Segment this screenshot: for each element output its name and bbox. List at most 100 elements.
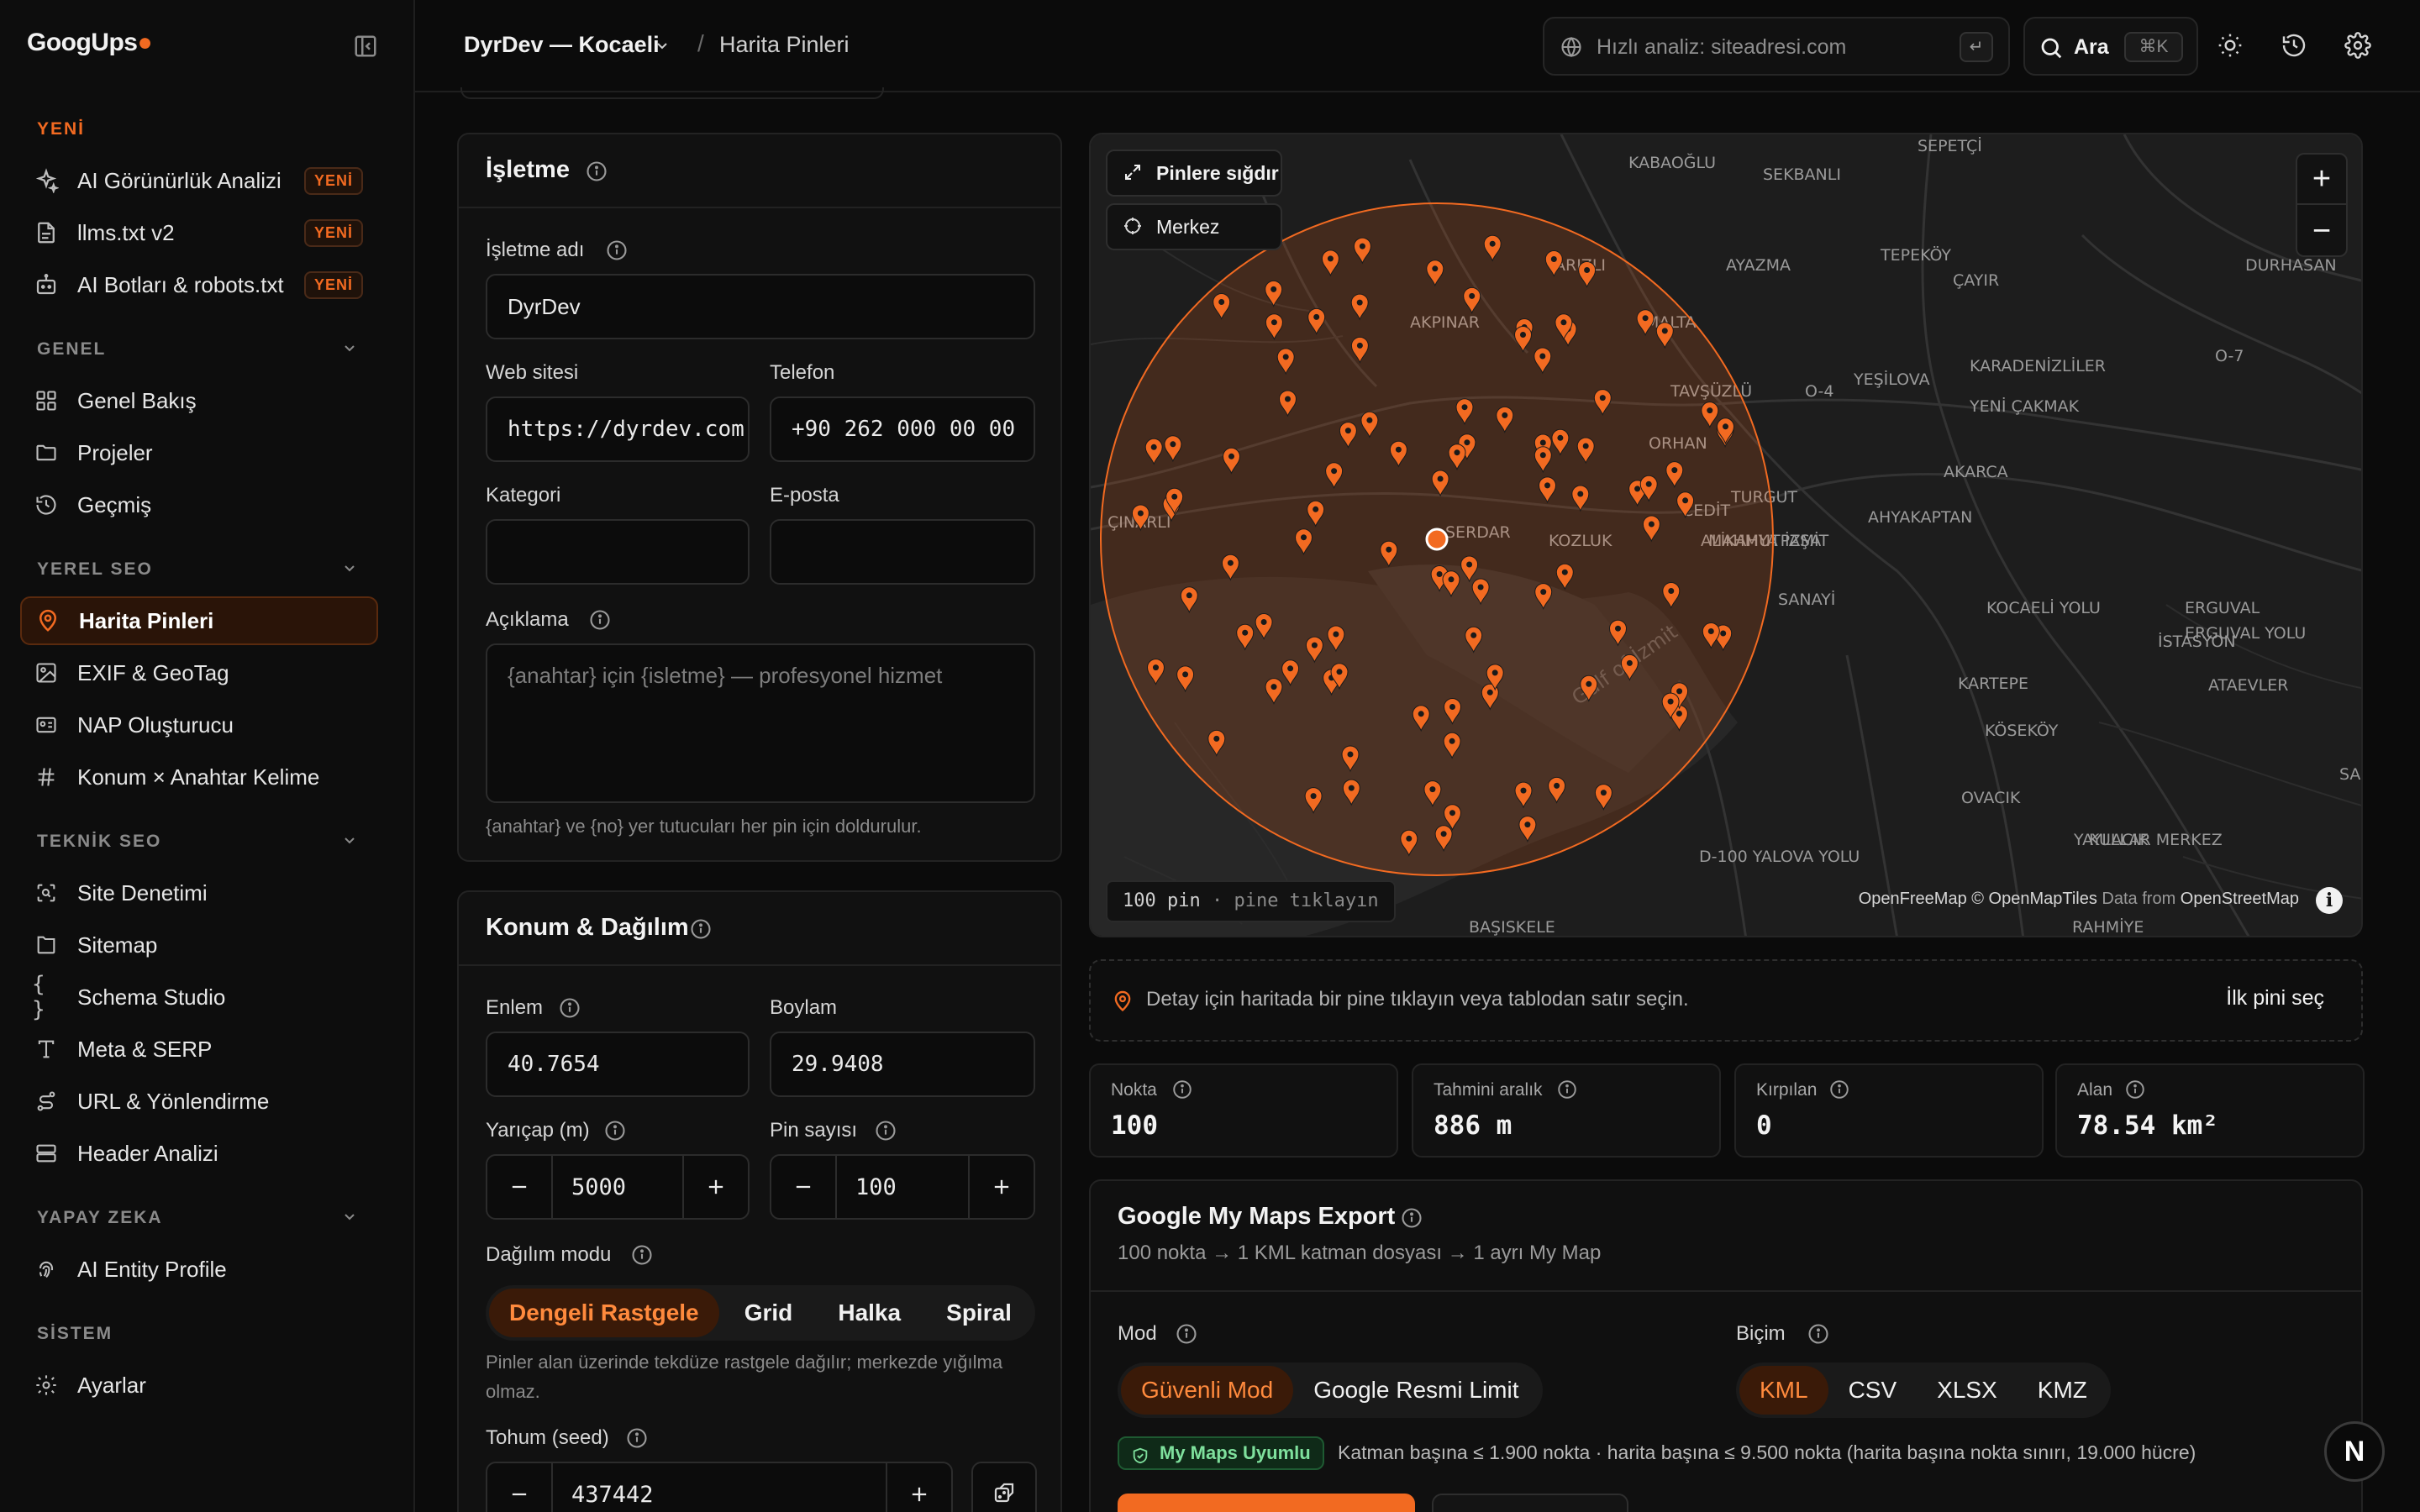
info-icon[interactable] (588, 608, 612, 632)
select-first-pin-button[interactable]: İlk pini seç (2226, 986, 2324, 1011)
map-canvas[interactable]: KABAOĞLUSEKBANLISEPETÇİARIZLIAYAZMATEPEK… (1091, 134, 2363, 937)
export-mode-toggle: Güvenli Mod Google Resmi Limit (1118, 1362, 1543, 1418)
sidebar-item-ayarlar[interactable]: Ayarlar (20, 1361, 378, 1410)
fit-to-pins-button[interactable]: Pinlere sığdır (1106, 150, 1282, 197)
format-option-xlsx[interactable]: XLSX (1917, 1366, 2018, 1415)
map-attribution: OpenFreeMap © OpenMapTiles Data from Ope… (1859, 890, 2299, 909)
sidebar-item-header-analizi[interactable]: Header Analizi (20, 1129, 378, 1178)
radius-label: Yarıçap (m) (486, 1119, 590, 1142)
increment-button[interactable] (682, 1156, 748, 1218)
website-input[interactable]: https://dyrdev.com (486, 396, 750, 462)
attribution-data: Data from (2102, 890, 2176, 908)
increment-button[interactable] (968, 1156, 1034, 1218)
info-icon[interactable] (2124, 1079, 2148, 1102)
new-badge: YENİ (303, 218, 363, 247)
info-icon[interactable] (630, 1243, 654, 1267)
chevron-down-icon[interactable] (339, 1206, 363, 1230)
info-icon[interactable] (1171, 1079, 1195, 1102)
theme-toggle-icon[interactable] (2217, 32, 2245, 60)
sidebar-item-schema-studio[interactable]: { } Schema Studio (20, 972, 378, 1022)
export-secondary-button[interactable] (1432, 1494, 1628, 1512)
brand-logo[interactable]: GoogUps● (27, 29, 153, 57)
sidebar-item-gecmis[interactable]: Geçmiş (20, 480, 378, 529)
latitude-input[interactable]: 40.7654 (486, 1032, 750, 1097)
sidebar-item-llms-txt[interactable]: llms.txt v2 YENİ (20, 208, 378, 257)
randomize-seed-button[interactable] (971, 1462, 1037, 1512)
sidebar-item-nap[interactable]: NAP Oluşturucu (20, 701, 378, 749)
longitude-input[interactable]: 29.9408 (770, 1032, 1035, 1097)
section-title-yapay-zeka: YAPAY ZEKA (37, 1208, 163, 1227)
sidebar-item-genel-bakis[interactable]: Genel Bakış (20, 376, 378, 425)
sidebar-item-site-denetimi[interactable]: Site Denetimi (20, 869, 378, 917)
info-icon[interactable] (625, 1426, 649, 1450)
format-option-kml[interactable]: KML (1739, 1366, 1828, 1415)
decrement-button[interactable] (487, 1463, 553, 1512)
info-icon[interactable] (605, 239, 629, 262)
sidebar-item-sitemap[interactable]: Sitemap (20, 921, 378, 969)
info-icon[interactable] (603, 1119, 627, 1142)
info-icon[interactable] (558, 996, 581, 1020)
map-place-label: SANAYİ (1778, 590, 1835, 609)
radius-value[interactable]: 5000 (571, 1174, 626, 1200)
chevron-down-icon[interactable] (339, 338, 363, 361)
sidebar-item-label: Site Denetimi (77, 879, 208, 906)
description-textarea[interactable]: {anahtar} için {isletme} — profesyonel h… (486, 643, 1035, 803)
assistant-fab[interactable]: N (2324, 1421, 2385, 1482)
chevron-down-icon[interactable] (652, 35, 674, 57)
chevron-down-icon[interactable] (339, 558, 363, 581)
attribution-osm[interactable]: OpenStreetMap (2181, 890, 2299, 908)
info-icon[interactable] (1807, 1322, 1830, 1346)
mode-option-spiral[interactable]: Spiral (926, 1289, 1032, 1337)
chevron-down-icon[interactable] (339, 830, 363, 853)
sidebar-item-meta-serp[interactable]: Meta & SERP (20, 1025, 378, 1074)
attribution-info-icon[interactable]: i (2316, 887, 2343, 914)
mode-option-halka[interactable]: Halka (818, 1289, 921, 1337)
settings-gear-icon[interactable] (2344, 32, 2373, 60)
category-input[interactable] (486, 519, 750, 585)
mode-option-dengeli[interactable]: Dengeli Rastgele (489, 1289, 719, 1337)
center-button[interactable]: Merkez (1106, 203, 1282, 250)
format-option-kmz[interactable]: KMZ (2018, 1366, 2107, 1415)
email-input[interactable] (770, 519, 1035, 585)
info-icon[interactable] (1556, 1079, 1580, 1102)
info-icon[interactable] (1400, 1206, 1423, 1230)
quick-analyze-input[interactable]: Hızlı analiz: siteadresi.com ↵ (1543, 17, 2010, 76)
decrement-button[interactable] (771, 1156, 837, 1218)
attribution-main[interactable]: OpenFreeMap © OpenMapTiles (1859, 890, 2097, 908)
mode-option-grid[interactable]: Grid (724, 1289, 813, 1337)
mode-option-guvenli[interactable]: Güvenli Mod (1121, 1366, 1294, 1415)
export-primary-button[interactable] (1118, 1494, 1415, 1512)
zoom-out-button[interactable]: − (2297, 207, 2346, 257)
search-button[interactable]: Ara ⌘K (2023, 17, 2198, 76)
map-view[interactable]: KABAOĞLUSEKBANLISEPETÇİARIZLIAYAZMATEPEK… (1089, 133, 2363, 937)
mode-option-google-limit[interactable]: Google Resmi Limit (1293, 1366, 1539, 1415)
sidebar-item-ai-gorunurluk[interactable]: AI Görünürlük Analizi YENİ (20, 156, 378, 205)
phone-input[interactable]: +90 262 000 00 00 (770, 396, 1035, 462)
sidebar-item-projeler[interactable]: Projeler (20, 428, 378, 477)
info-icon[interactable] (1828, 1079, 1852, 1102)
sidebar-collapse-icon[interactable] (353, 34, 378, 59)
map-place-label: KABAOĞLU (1628, 152, 1716, 172)
info-icon[interactable] (1175, 1322, 1198, 1346)
business-name-input[interactable]: DyrDev (486, 274, 1035, 339)
sidebar-item-ai-botlari[interactable]: AI Botları & robots.txt YENİ (20, 260, 378, 309)
info-icon[interactable] (585, 160, 608, 183)
increment-button[interactable] (886, 1463, 951, 1512)
sidebar-item-exif-geotag[interactable]: EXIF & GeoTag (20, 648, 378, 697)
pin-count-value[interactable]: 100 (855, 1174, 897, 1200)
history-icon[interactable] (2281, 32, 2309, 60)
project-switcher[interactable]: DyrDev — Kocaeli (464, 32, 660, 58)
info-icon[interactable] (874, 1119, 897, 1142)
map-place-label: SEPETÇİ (1918, 136, 1982, 155)
sidebar: GoogUps● YENİ AI Görünürlük Analizi YENİ… (0, 0, 415, 1512)
decrement-button[interactable] (487, 1156, 553, 1218)
sidebar-item-ai-entity[interactable]: AI Entity Profile (20, 1245, 378, 1294)
sidebar-item-label: Ayarlar (77, 1372, 146, 1398)
sidebar-item-url-yonlendirme[interactable]: URL & Yönlendirme (20, 1077, 378, 1126)
sidebar-item-harita-pinleri[interactable]: Harita Pinleri (20, 596, 378, 645)
info-icon[interactable] (689, 917, 713, 941)
format-option-csv[interactable]: CSV (1828, 1366, 1918, 1415)
seed-value[interactable]: 437442 (571, 1482, 654, 1508)
sidebar-item-konum-anahtar[interactable]: Konum × Anahtar Kelime (20, 753, 378, 801)
zoom-in-button[interactable]: + (2297, 155, 2346, 205)
